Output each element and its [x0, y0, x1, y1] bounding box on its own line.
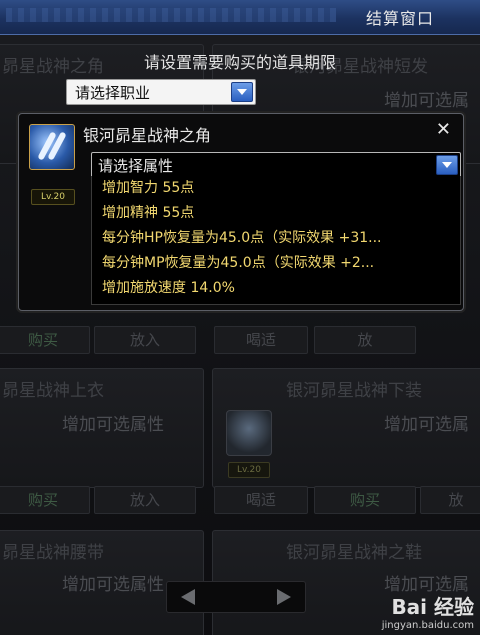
watermark-brand: Bai 经验 [391, 595, 474, 619]
bg-fit-button: 喝适 [214, 486, 308, 514]
attribute-option[interactable]: 每分钟MP恢复量为45.0点（实际效果 +2... [92, 251, 460, 276]
job-select[interactable]: 请选择职业 [66, 79, 256, 105]
bg-put-button: 放入 [94, 326, 196, 354]
window-title: 结算窗口 [365, 9, 434, 28]
item-option-card: Lv.20 银河昴星战神之角 ✕ 请选择属性 增加智力 55点 增加精神 55点… [18, 113, 464, 311]
bg-level-badge: Lv.20 [228, 462, 270, 478]
bg-buy-button: 购买 [0, 486, 90, 514]
period-prompt: 请设置需要购买的道具期限 [143, 53, 336, 72]
bg-panel-title: 昴星战神腰带 [2, 543, 104, 563]
bg-put-button: 放入 [94, 486, 196, 514]
attribute-option[interactable]: 增加施放速度 14.0% [92, 276, 460, 301]
bg-panel-title: 昴星战神上衣 [2, 381, 104, 401]
attribute-option[interactable]: 每分钟HP恢复量为45.0点（实际效果 +31... [92, 226, 460, 251]
bg-buy-button: 购买 [0, 326, 90, 354]
bg-put-button: 放 [420, 486, 480, 514]
item-name: 银河昴星战神之角 [83, 126, 212, 145]
bg-panel-subtitle: 增加可选属性 [62, 575, 164, 595]
title-bar[interactable]: 结算窗口 [0, 0, 480, 35]
bg-panel-subtitle: 增加可选属 [384, 91, 469, 111]
item-level-badge: Lv.20 [31, 189, 75, 205]
bg-buy-button: 购买 [314, 486, 416, 514]
bg-panel-title: 银河昴星战神下装 [286, 381, 422, 401]
attribute-select[interactable]: 请选择属性 [91, 152, 461, 178]
bg-item-slot [226, 410, 272, 456]
chevron-down-icon[interactable] [436, 155, 458, 175]
title-bar-decoration [6, 8, 336, 22]
checkout-window: 结算窗口 昴星战神之角 银河昴星战神短发 增加可选属 购买 放入 喝适 放 昴星… [0, 0, 480, 635]
watermark: Bai 经验 jingyan.baidu.com [354, 591, 474, 631]
pager [166, 581, 306, 613]
bg-put-button: 放 [314, 326, 416, 354]
attribute-dropdown-list: 增加智力 55点 增加精神 55点 每分钟HP恢复量为45.0点（实际效果 +3… [91, 176, 461, 305]
watermark-url: jingyan.baidu.com [381, 620, 474, 631]
bg-fit-button: 喝适 [214, 326, 308, 354]
next-page-icon[interactable] [277, 589, 291, 605]
bg-panel-title: 银河昴星战神之鞋 [286, 543, 422, 563]
close-icon[interactable]: ✕ [436, 119, 451, 140]
attribute-option[interactable]: 增加精神 55点 [92, 201, 460, 226]
bg-panel-subtitle: 增加可选属 [384, 415, 469, 435]
attribute-select-value: 请选择属性 [98, 157, 174, 175]
bg-panel-subtitle: 增加可选属性 [62, 415, 164, 435]
attribute-option[interactable]: 增加智力 55点 [92, 176, 460, 201]
prev-page-icon[interactable] [181, 589, 195, 605]
item-horn-icon [29, 124, 75, 170]
chevron-down-icon[interactable] [231, 82, 253, 102]
job-select-value: 请选择职业 [75, 84, 151, 102]
